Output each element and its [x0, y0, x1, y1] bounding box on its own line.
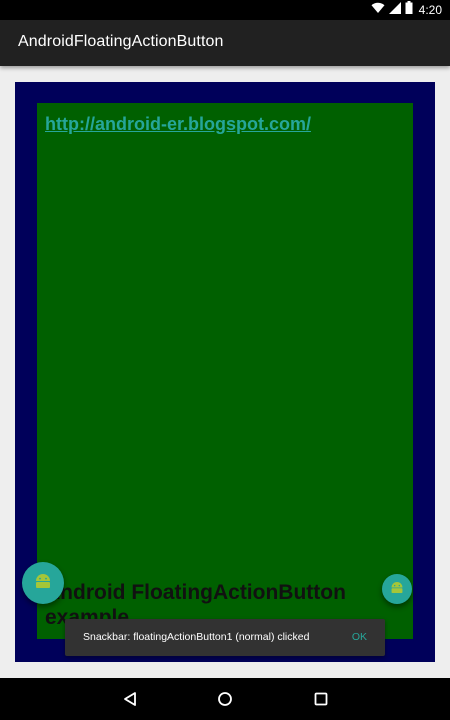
inner-frame: http://android-er.blogspot.com/ Android …: [37, 103, 413, 639]
snackbar: Snackbar: floatingActionButton1 (normal)…: [65, 619, 385, 656]
back-icon[interactable]: [119, 688, 141, 710]
blog-link[interactable]: http://android-er.blogspot.com/: [45, 114, 311, 135]
status-time: 4:20: [418, 3, 442, 17]
floating-action-button-normal[interactable]: [22, 562, 64, 604]
navigation-bar: [0, 678, 450, 720]
snackbar-message: Snackbar: floatingActionButton1 (normal)…: [83, 631, 310, 643]
snackbar-ok-button[interactable]: OK: [352, 631, 367, 643]
status-bar: 4:20: [0, 0, 450, 20]
battery-icon: [405, 1, 413, 19]
outer-frame: http://android-er.blogspot.com/ Android …: [15, 82, 435, 662]
android-icon: [34, 573, 52, 593]
android-icon: [390, 580, 404, 598]
app-title: AndroidFloatingActionButton: [18, 33, 224, 50]
recents-icon[interactable]: [310, 688, 332, 710]
floating-action-button-mini[interactable]: [382, 574, 412, 604]
wifi-icon: [371, 1, 385, 19]
status-icons: 4:20: [371, 1, 442, 19]
home-icon[interactable]: [214, 688, 236, 710]
signal-icon: [388, 1, 401, 19]
app-bar: AndroidFloatingActionButton: [0, 20, 450, 66]
